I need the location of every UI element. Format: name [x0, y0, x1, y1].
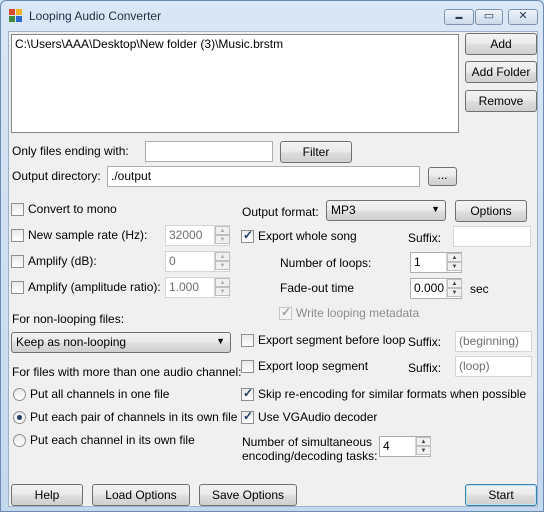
- output-dir-label: Output directory:: [12, 169, 101, 183]
- output-format-selected: MP3: [331, 203, 356, 217]
- radio-pair-label: Put each pair of channels in its own fil…: [30, 410, 238, 424]
- arrow-up-icon[interactable]: ▲: [215, 226, 230, 235]
- non-looping-select[interactable]: Keep as non-looping ▼: [11, 332, 231, 353]
- output-format-select[interactable]: MP3 ▼: [326, 200, 446, 221]
- fadeout-stepper[interactable]: 0.000 ▲ ▼: [410, 278, 462, 299]
- radio-each-channel[interactable]: [13, 434, 26, 447]
- radio-all-channels[interactable]: [13, 388, 26, 401]
- use-vgaudio-checkbox[interactable]: [241, 409, 254, 424]
- sample-rate-value: 32000: [169, 228, 203, 242]
- load-options-button[interactable]: Load Options: [92, 484, 190, 506]
- export-before-label: Export segment before loop: [258, 333, 406, 347]
- file-list[interactable]: C:\Users\AAA\Desktop\New folder (3)\Musi…: [11, 34, 459, 133]
- non-looping-label: For non-looping files:: [12, 312, 125, 326]
- whole-suffix-label: Suffix:: [408, 231, 442, 245]
- before-suffix-input[interactable]: (beginning): [455, 331, 532, 352]
- filter-button[interactable]: Filter: [280, 141, 352, 163]
- save-options-button[interactable]: Save Options: [199, 484, 297, 506]
- arrow-down-icon[interactable]: ▼: [416, 446, 431, 455]
- loops-stepper[interactable]: 1 ▲ ▼: [410, 252, 462, 273]
- remove-button[interactable]: Remove: [465, 90, 537, 112]
- amplify-db-checkbox[interactable]: [11, 255, 24, 268]
- window-title: Looping Audio Converter: [29, 9, 162, 23]
- export-loop-checkbox[interactable]: [241, 360, 254, 373]
- sample-rate-label: New sample rate (Hz):: [28, 228, 148, 242]
- arrow-up-icon[interactable]: ▲: [416, 437, 431, 446]
- filter-input[interactable]: [145, 141, 273, 162]
- arrow-down-icon[interactable]: ▼: [447, 288, 462, 297]
- convert-mono-checkbox[interactable]: [11, 203, 24, 216]
- non-looping-selected: Keep as non-looping: [16, 335, 127, 349]
- multichannel-label: For files with more than one audio chann…: [12, 365, 242, 379]
- loops-label: Number of loops:: [280, 256, 372, 270]
- client-area: C:\Users\AAA\Desktop\New folder (3)\Musi…: [8, 31, 538, 507]
- amplify-ratio-stepper[interactable]: 1.000 ▲ ▼: [165, 277, 230, 298]
- output-format-label: Output format:: [242, 205, 319, 219]
- tasks-label-line2: encoding/decoding tasks:: [242, 449, 378, 463]
- amplify-ratio-value: 1.000: [169, 280, 200, 294]
- arrow-down-icon[interactable]: ▼: [447, 262, 462, 271]
- fadeout-label: Fade-out time: [280, 281, 355, 295]
- minimize-icon[interactable]: [444, 9, 474, 25]
- arrow-up-icon[interactable]: ▲: [215, 252, 230, 261]
- add-button[interactable]: Add: [465, 33, 537, 55]
- export-whole-label: Export whole song: [258, 229, 357, 243]
- main-window: Looping Audio Converter C:\Users\AAA\Des…: [0, 0, 544, 512]
- arrow-down-icon[interactable]: ▼: [215, 235, 230, 244]
- file-list-item[interactable]: C:\Users\AAA\Desktop\New folder (3)\Musi…: [15, 37, 455, 51]
- skip-reencode-checkbox[interactable]: [241, 386, 254, 401]
- skip-reencode-label: Skip re-encoding for similar formats whe…: [258, 387, 527, 401]
- radio-each-pair[interactable]: [13, 411, 26, 424]
- loop-suffix-input[interactable]: (loop): [455, 356, 532, 377]
- browse-button[interactable]: ...: [428, 167, 457, 186]
- options-button[interactable]: Options: [455, 200, 527, 222]
- before-suffix-label: Suffix:: [408, 335, 442, 349]
- fadeout-unit: sec: [470, 282, 489, 296]
- radio-all-label: Put all channels in one file: [30, 387, 170, 401]
- title-bar[interactable]: Looping Audio Converter: [1, 1, 543, 31]
- fadeout-value: 0.000: [414, 281, 445, 295]
- write-metadata-label: Write looping metadata: [296, 306, 420, 320]
- write-metadata-checkbox[interactable]: [279, 305, 292, 320]
- loop-suffix-label: Suffix:: [408, 361, 442, 375]
- amplify-db-label: Amplify (dB):: [28, 254, 97, 268]
- amplify-db-stepper[interactable]: 0 ▲ ▼: [165, 251, 230, 272]
- whole-suffix-input[interactable]: [453, 226, 531, 247]
- convert-mono-label: Convert to mono: [28, 202, 117, 216]
- close-icon[interactable]: [508, 9, 538, 25]
- amplify-db-value: 0: [169, 254, 176, 268]
- arrow-down-icon[interactable]: ▼: [215, 287, 230, 296]
- tasks-label-line1: Number of simultaneous: [242, 435, 373, 449]
- maximize-icon[interactable]: [475, 9, 503, 25]
- chevron-down-icon: ▼: [216, 336, 225, 346]
- arrow-down-icon[interactable]: ▼: [215, 261, 230, 270]
- start-button[interactable]: Start: [465, 484, 537, 506]
- export-before-checkbox[interactable]: [241, 334, 254, 347]
- radio-each-label: Put each channel in its own file: [30, 433, 195, 447]
- amplify-ratio-checkbox[interactable]: [11, 281, 24, 294]
- use-vgaudio-label: Use VGAudio decoder: [258, 410, 378, 424]
- filter-label: Only files ending with:: [12, 144, 129, 158]
- sample-rate-stepper[interactable]: 32000 ▲ ▼: [165, 225, 230, 246]
- arrow-up-icon[interactable]: ▲: [215, 278, 230, 287]
- sample-rate-checkbox[interactable]: [11, 229, 24, 242]
- add-folder-button[interactable]: Add Folder: [465, 61, 537, 83]
- tasks-value: 4: [383, 439, 390, 453]
- output-dir-input[interactable]: ./output: [107, 166, 420, 187]
- amplify-ratio-label: Amplify (amplitude ratio):: [28, 280, 161, 294]
- export-loop-label: Export loop segment: [258, 359, 369, 373]
- help-button[interactable]: Help: [11, 484, 83, 506]
- arrow-up-icon[interactable]: ▲: [447, 279, 462, 288]
- export-whole-checkbox[interactable]: [241, 228, 254, 243]
- app-icon: [9, 9, 22, 22]
- chevron-down-icon: ▼: [431, 204, 440, 214]
- arrow-up-icon[interactable]: ▲: [447, 253, 462, 262]
- tasks-stepper[interactable]: 4 ▲ ▼: [379, 436, 431, 457]
- loops-value: 1: [414, 255, 421, 269]
